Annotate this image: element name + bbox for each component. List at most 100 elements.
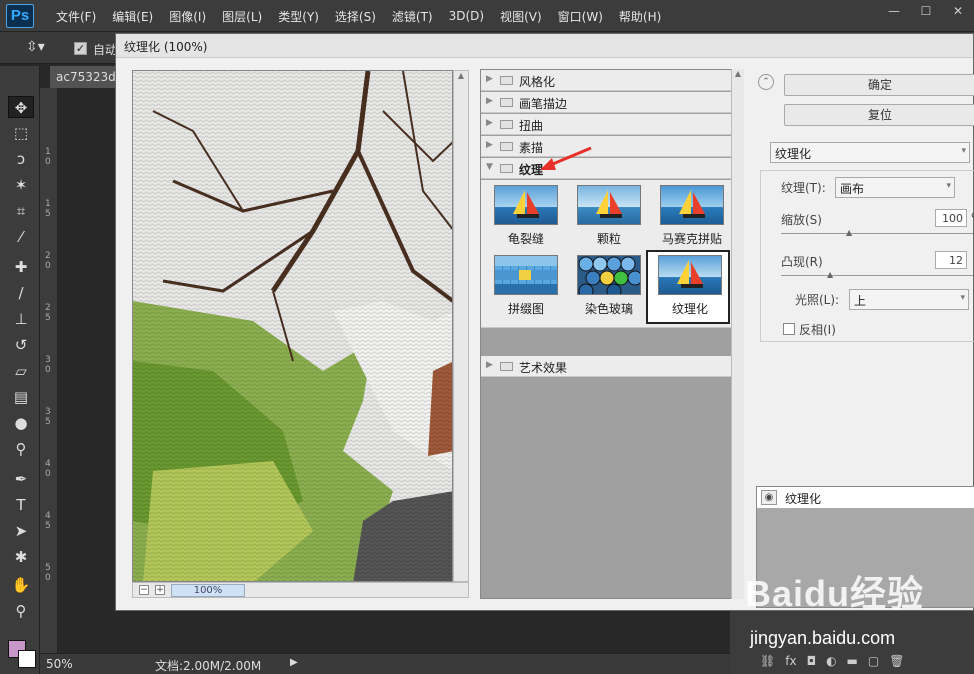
eye-icon[interactable]: ◉ [761,490,777,505]
brush-tool-icon[interactable]: ∕ [8,282,34,304]
stained-glass-icon [578,256,640,294]
thumb-label: 颗粒 [596,232,621,246]
document-tab[interactable]: ac75323d6 [50,66,122,88]
menu-filter[interactable]: 滤镜(T) [384,8,441,25]
preview-zoom-value[interactable]: 100% [171,584,245,597]
scaling-slider[interactable]: ▲ [781,229,973,237]
fx-icon[interactable]: fx [785,654,796,668]
eyedropper-tool-icon[interactable]: ⁄ [8,226,34,248]
thumb-grain[interactable]: 颗粒 [569,182,649,252]
healing-brush-tool-icon[interactable]: ✚ [8,256,34,278]
background-color-swatch[interactable] [18,650,36,668]
zoom-tool-icon[interactable]: ⚲ [8,600,34,622]
dodge-tool-icon[interactable]: ⚲ [8,438,34,460]
menu-file[interactable]: 文件(F) [48,8,104,25]
minimize-button[interactable]: — [878,0,910,22]
thumb-image [577,185,641,225]
gradient-tool-icon[interactable]: ▤ [8,386,34,408]
link-icon[interactable]: ⛓ [760,654,775,668]
relief-label: 凸现(R) [781,255,823,269]
thumb-label: 拼缀图 [507,302,544,316]
type-tool-icon[interactable]: T [8,494,34,516]
marquee-tool-icon[interactable]: ⬚ [8,122,34,144]
eraser-tool-icon[interactable]: ▱ [8,360,34,382]
collapse-panel-icon[interactable]: ⌃ [758,74,774,90]
status-menu-arrow-icon[interactable]: ▶ [290,657,298,668]
menu-select[interactable]: 选择(S) [327,8,384,25]
trash-icon[interactable]: 🗑 [889,654,904,668]
auto-select-checkbox[interactable]: ✓ [74,42,87,55]
light-select[interactable]: 上 ▾ [849,289,969,310]
lasso-tool-icon[interactable]: ↄ [8,148,34,170]
pen-tool-icon[interactable]: ✒ [8,468,34,490]
reset-button[interactable]: 复位 [784,104,974,126]
slider-knob-icon[interactable]: ▲ [846,229,853,237]
category-artistic[interactable]: ▶ 艺术效果 [481,356,743,377]
ruler-number: 1 [45,147,51,157]
new-layer-icon[interactable]: ▢ [868,654,879,668]
folder-icon [500,98,513,107]
effect-layer-row[interactable]: ◉ 纹理化 [757,487,974,509]
photoshop-logo: Ps [6,4,34,28]
menu-layer[interactable]: 图层(L) [214,8,270,25]
texture-select[interactable]: 画布 ▾ [835,177,955,198]
sailboat-icon [596,190,622,218]
ruler-number: 4 [45,511,51,521]
relief-input[interactable]: 12 [935,251,967,269]
close-button[interactable]: ✕ [942,0,974,22]
blur-tool-icon[interactable]: ● [8,412,34,434]
adjustment-icon[interactable]: ◐ [826,654,836,668]
menu-type[interactable]: 类型(Y) [270,8,327,25]
folder-icon [500,76,513,85]
shape-tool-icon[interactable]: ✱ [8,546,34,568]
menu-help[interactable]: 帮助(H) [611,8,669,25]
move-tool-preset-icon[interactable]: ⇳▾ [26,39,45,55]
relief-slider[interactable]: ▲ [781,271,973,279]
magic-wand-tool-icon[interactable]: ✶ [8,174,34,196]
history-brush-tool-icon[interactable]: ↺ [8,334,34,356]
scaling-input[interactable]: 100 [935,209,967,227]
zoom-in-icon[interactable]: + [155,585,165,595]
expand-triangle-icon: ▶ [486,140,493,150]
category-label: 风格化 [519,75,556,89]
category-stylize[interactable]: ▶ 风格化 [481,70,743,91]
preview-vertical-scrollbar[interactable]: ▲ [453,70,469,582]
menu-3d[interactable]: 3D(D) [441,9,492,23]
category-texture[interactable]: ▼ 纹理 [481,158,743,179]
stamp-tool-icon[interactable]: ⊥ [8,308,34,330]
category-distort[interactable]: ▶ 扭曲 [481,114,743,135]
move-tool-icon[interactable]: ✥ [8,96,34,118]
filter-preview[interactable] [132,70,453,582]
menu-edit[interactable]: 编辑(E) [104,8,161,25]
ruler-number: 0 [45,365,51,375]
menu-window[interactable]: 窗口(W) [550,8,611,25]
gallery-scrollbar[interactable]: ▲ [731,69,744,599]
thumb-texturizer[interactable]: 纹理化 [646,250,730,324]
ok-button[interactable]: 确定 [784,74,974,96]
texture-label: 纹理(T): [781,181,826,195]
category-sketch[interactable]: ▶ 素描 [481,136,743,157]
preview-zoom-bar: − + 100% [132,582,469,598]
mask-icon[interactable]: ◘ [807,654,817,668]
path-selection-tool-icon[interactable]: ➤ [8,520,34,542]
zoom-level[interactable]: 50% [46,657,73,671]
category-brush-strokes[interactable]: ▶ 画笔描边 [481,92,743,113]
thumb-stained-glass[interactable]: 染色玻璃 [569,252,649,322]
folder-icon [500,142,513,151]
hand-tool-icon[interactable]: ✋ [8,574,34,596]
slider-knob-icon[interactable]: ▲ [827,271,834,279]
menu-image[interactable]: 图像(I) [161,8,214,25]
patchwork-icon [495,256,557,294]
crop-tool-icon[interactable]: ⌗ [8,200,34,222]
maximize-button[interactable]: ☐ [910,0,942,22]
menu-view[interactable]: 视图(V) [492,8,550,25]
folder-icon[interactable]: ▬ [847,654,858,668]
invert-checkbox[interactable] [783,323,795,335]
thumb-craquelure[interactable]: 龟裂缝 [486,182,566,252]
thumb-mosaic-tiles[interactable]: 马赛克拼贴 [652,182,732,252]
zoom-out-icon[interactable]: − [139,585,149,595]
filter-select[interactable]: 纹理化 ▾ [770,142,970,163]
thumb-patchwork[interactable]: 拼缀图 [486,252,566,322]
light-label: 光照(L): [795,293,840,307]
folder-open-icon [500,164,513,173]
